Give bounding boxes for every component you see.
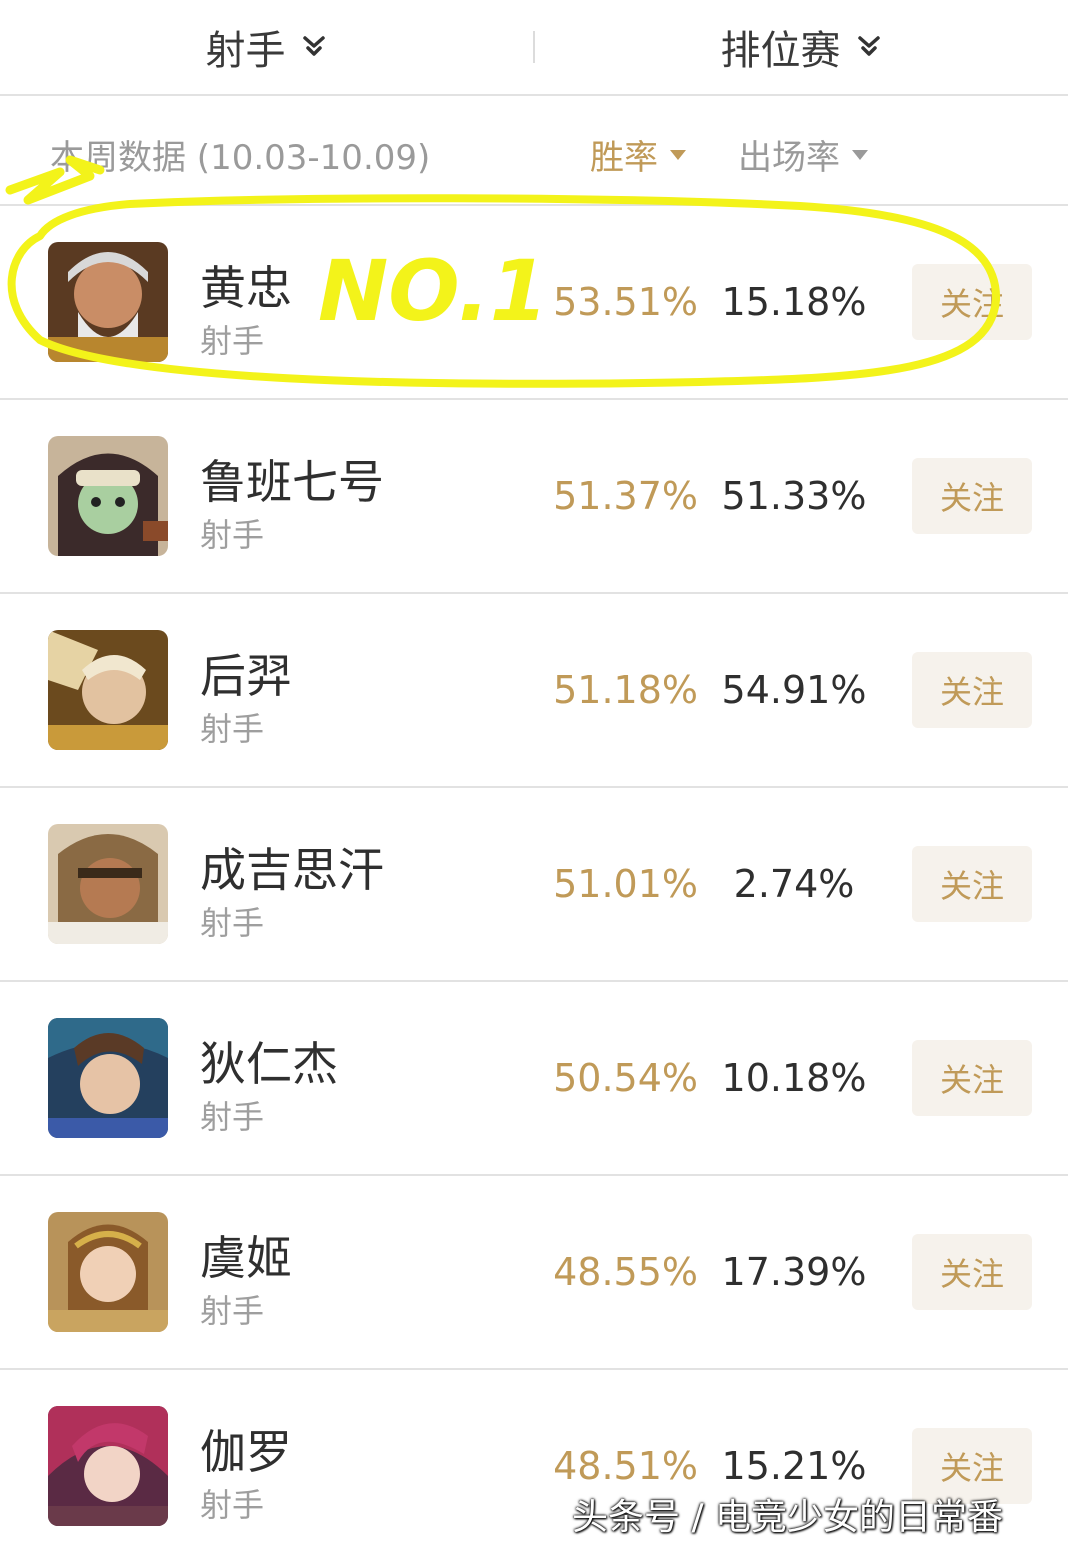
hero-win-rate: 53.51% (553, 280, 698, 324)
hero-name: 鲁班七号 (200, 455, 384, 509)
hero-win-rate: 51.01% (553, 862, 698, 906)
role-filter-dropdown[interactable]: 射手 (0, 0, 533, 95)
hero-name: 黄忠 (200, 261, 292, 315)
hero-name: 虞姬 (200, 1231, 292, 1285)
hero-role: 射手 (200, 516, 265, 554)
hero-avatar (48, 1212, 168, 1332)
follow-button[interactable]: 关注 (912, 458, 1032, 534)
hero-avatar (48, 436, 168, 556)
hero-row[interactable]: 成吉思汗 射手 51.01% 2.74% 关注 (0, 788, 1068, 982)
stats-subheader: 本周数据 (10.03-10.09) 胜率 出场率 (0, 98, 1068, 206)
sort-down-icon (852, 149, 868, 160)
hero-role: 射手 (200, 322, 265, 360)
hero-avatar (48, 1018, 168, 1138)
hero-role: 射手 (200, 1486, 265, 1524)
sort-pickrate-button[interactable]: 出场率 (738, 130, 868, 179)
sort-winrate-label: 胜率 (590, 138, 658, 178)
hero-pick-rate: 2.74% (733, 862, 855, 906)
mode-filter-dropdown[interactable]: 排位赛 (535, 0, 1068, 95)
hero-role: 射手 (200, 1292, 265, 1330)
double-chevron-down-icon (857, 36, 880, 56)
hero-pick-rate: 54.91% (721, 668, 867, 712)
hero-list: 黄忠 射手 53.51% 15.18% 关注 鲁班七号 射手 51.37% 51… (0, 206, 1068, 1546)
hero-row[interactable]: 鲁班七号 射手 51.37% 51.33% 关注 (0, 400, 1068, 594)
sort-down-icon (670, 149, 686, 160)
hero-avatar (48, 242, 168, 362)
role-filter-label: 射手 (205, 28, 286, 74)
hero-pick-rate: 15.18% (721, 280, 867, 324)
hero-role: 射手 (200, 904, 265, 942)
follow-button[interactable]: 关注 (912, 652, 1032, 728)
hero-pick-rate: 10.18% (721, 1056, 867, 1100)
hero-name: 伽罗 (200, 1425, 292, 1479)
hero-row[interactable]: 虞姬 射手 48.55% 17.39% 关注 (0, 1176, 1068, 1370)
hero-row[interactable]: 黄忠 射手 53.51% 15.18% 关注 (0, 206, 1068, 400)
hero-name: 成吉思汗 (200, 843, 384, 897)
mode-filter-label: 排位赛 (720, 28, 841, 74)
hero-win-rate: 51.18% (553, 668, 698, 712)
sort-winrate-button[interactable]: 胜率 (590, 130, 686, 179)
watermark: 头条号 / 电竞少女的日常番 (572, 1497, 1004, 1538)
hero-avatar (48, 824, 168, 944)
hero-win-rate: 48.51% (553, 1444, 698, 1488)
hero-avatar (48, 630, 168, 750)
double-chevron-down-icon (302, 36, 325, 56)
hero-pick-rate: 51.33% (721, 474, 867, 518)
hero-row[interactable]: 狄仁杰 射手 50.54% 10.18% 关注 (0, 982, 1068, 1176)
sort-pickrate-label: 出场率 (738, 138, 840, 178)
hero-win-rate: 48.55% (553, 1250, 698, 1294)
hero-name: 狄仁杰 (200, 1037, 338, 1091)
hero-win-rate: 51.37% (553, 474, 698, 518)
hero-avatar (48, 1406, 168, 1526)
hero-role: 射手 (200, 1098, 265, 1136)
period-label: 本周数据 (10.03-10.09) (50, 138, 431, 178)
hero-pick-rate: 15.21% (721, 1444, 867, 1488)
filter-bar: 射手 排位赛 (0, 0, 1068, 96)
hero-win-rate: 50.54% (553, 1056, 698, 1100)
follow-button[interactable]: 关注 (912, 1234, 1032, 1310)
hero-role: 射手 (200, 710, 265, 748)
follow-button[interactable]: 关注 (912, 264, 1032, 340)
follow-button[interactable]: 关注 (912, 1040, 1032, 1116)
hero-pick-rate: 17.39% (721, 1250, 867, 1294)
hero-row[interactable]: 后羿 射手 51.18% 54.91% 关注 (0, 594, 1068, 788)
hero-name: 后羿 (200, 649, 292, 703)
follow-button[interactable]: 关注 (912, 846, 1032, 922)
